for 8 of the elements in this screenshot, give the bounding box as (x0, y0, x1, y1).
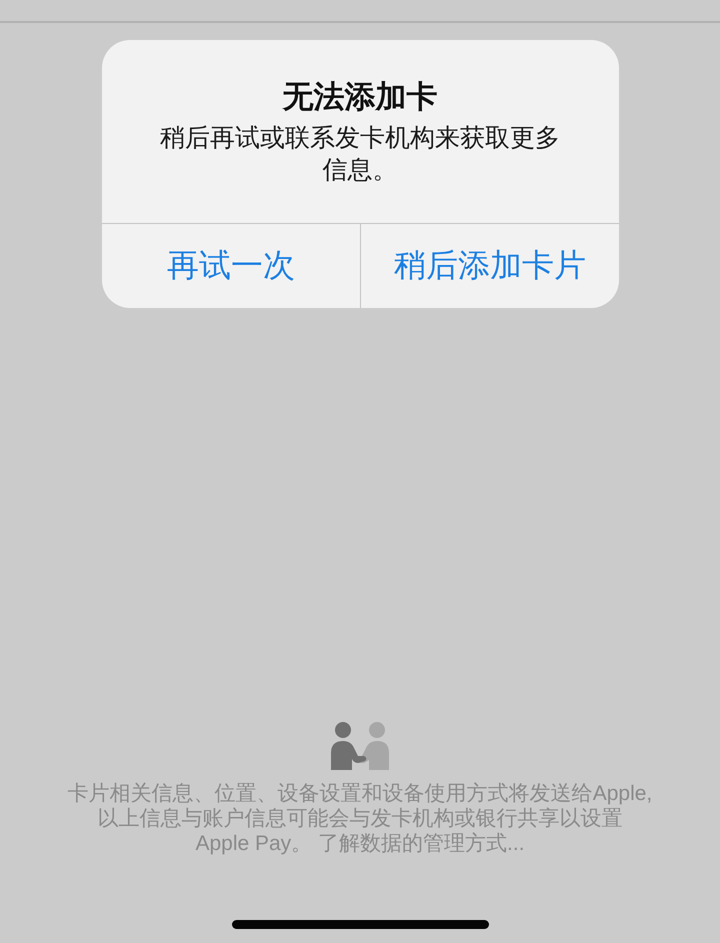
alert-button[interactable]: 再试一次 (102, 224, 360, 308)
alert-message: 稍后再试或联系发卡机构来获取更多信息。 (159, 123, 561, 186)
privacy-notice: 卡片相关信息、位置、设备设置和设备使用方式将发送给Apple,以上信息与账户信息可能会与发卡机构或银行共享以设置Apple Pay。 了解数据的管理方式... (66, 781, 654, 856)
two-people-handshake-icon (331, 722, 389, 770)
home-indicator[interactable] (232, 920, 488, 929)
data-management-link[interactable]: 了解数据的管理方式... (318, 832, 525, 855)
alert-title: 无法添加卡 (282, 78, 438, 116)
alert-button[interactable]: 稍后添加卡片 (360, 224, 618, 308)
